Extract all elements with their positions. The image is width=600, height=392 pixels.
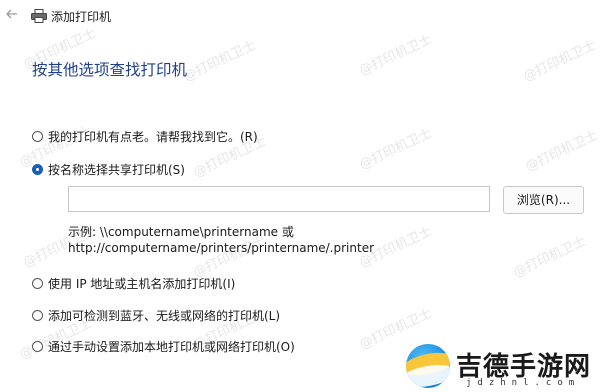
option-label: 按名称选择共享打印机(S) — [48, 163, 185, 177]
watermark-text: @打印机卫士 — [357, 32, 435, 79]
option-label: 通过手动设置添加本地打印机或网络打印机(O) — [48, 340, 295, 354]
logo-mark-icon — [406, 344, 450, 388]
option-old-printer[interactable]: 我的打印机有点老。请帮我找到它。(R) — [32, 128, 258, 145]
option-label: 添加可检测到蓝牙、无线或网络的打印机(L) — [48, 309, 281, 323]
title-bar: 添加打印机 — [0, 0, 600, 32]
option-local-manual[interactable]: 通过手动设置添加本地打印机或网络打印机(O) — [32, 338, 295, 355]
back-arrow-icon[interactable] — [4, 6, 20, 22]
option-label: 使用 IP 地址或主机名添加打印机(I) — [48, 277, 236, 291]
logo-subtext: jdzhnl.com — [466, 378, 581, 388]
browse-button[interactable]: 浏览(R)... — [503, 186, 584, 214]
radio-button[interactable] — [32, 131, 43, 142]
site-logo: 吉德手游网 jdzhnl.com — [404, 338, 600, 392]
printer-icon — [31, 9, 47, 23]
watermark-text: @打印机卫士 — [511, 234, 589, 281]
printer-name-input[interactable] — [68, 186, 490, 212]
watermark-text: @打印机卫士 — [523, 128, 600, 175]
example-text-line1: 示例: \\computername\printername 或 — [68, 225, 294, 239]
option-label: 我的打印机有点老。请帮我找到它。(R) — [48, 130, 258, 144]
window-title: 添加打印机 — [51, 10, 112, 24]
example-text-line2: http://computername/printers/printername… — [68, 241, 375, 255]
option-shared-printer-by-name[interactable]: 按名称选择共享打印机(S) — [32, 161, 185, 178]
option-ip-hostname[interactable]: 使用 IP 地址或主机名添加打印机(I) — [32, 275, 235, 292]
watermark-text: @打印机卫士 — [521, 38, 599, 85]
radio-button-selected[interactable] — [32, 164, 43, 175]
watermark-text: @打印机卫士 — [181, 38, 259, 85]
radio-button[interactable] — [32, 278, 43, 289]
page-heading: 按其他选项查找打印机 — [32, 61, 188, 79]
watermark-text: @打印机卫士 — [357, 126, 435, 173]
radio-button[interactable] — [32, 310, 43, 321]
radio-button[interactable] — [32, 341, 43, 352]
option-bluetooth-wireless-network[interactable]: 添加可检测到蓝牙、无线或网络的打印机(L) — [32, 307, 280, 324]
